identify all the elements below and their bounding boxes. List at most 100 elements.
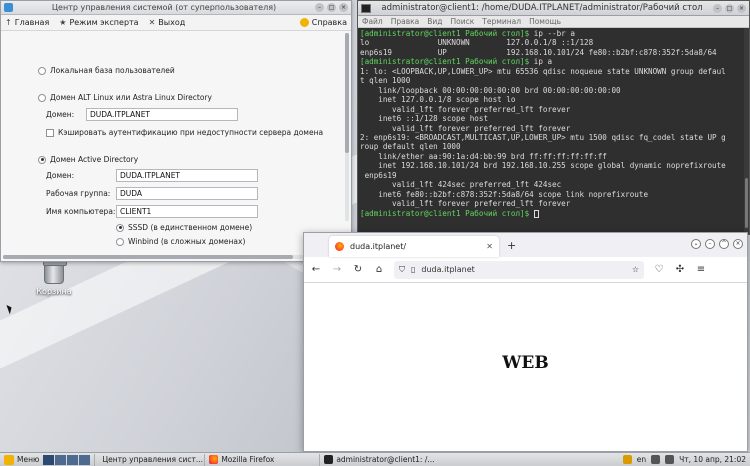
terminal-output[interactable]: [administrator@client1 Рабочий стол]$ ip…	[358, 28, 749, 234]
maximize-button[interactable]: □	[327, 3, 336, 12]
radio-alt-domain[interactable]	[38, 93, 46, 102]
menu-terminal[interactable]: Терминал	[482, 17, 521, 26]
cache-auth-checkbox[interactable]	[46, 128, 54, 137]
trash-icon	[43, 260, 67, 284]
maximize-button[interactable]: ^	[719, 239, 729, 249]
terminal-line: inet6 fe80::b2bf:c878:352f:5da8/64 scope…	[360, 190, 747, 199]
help-button[interactable]: Справка	[299, 18, 347, 27]
radio-ad-domain[interactable]	[38, 155, 46, 164]
volume-icon[interactable]	[665, 455, 675, 464]
workspace-4[interactable]	[79, 454, 91, 465]
ad-domain-field[interactable]	[116, 169, 258, 182]
close-button[interactable]: ×	[733, 239, 743, 249]
option-winbind[interactable]: Winbind (в сложных доменах)	[116, 237, 245, 246]
minimize-button[interactable]: –	[713, 3, 722, 13]
minimize-button[interactable]: –	[315, 3, 324, 12]
vertical-scrollbar[interactable]	[345, 33, 349, 221]
close-button[interactable]: ×	[737, 3, 746, 13]
expert-mode-label: Режим эксперта	[69, 18, 139, 27]
terminal-cursor	[533, 209, 539, 218]
workspace-2[interactable]	[55, 454, 67, 465]
terminal-window: administrator@client1: /home/DUDA.ITPLAN…	[357, 0, 750, 235]
firefox-icon	[209, 455, 219, 464]
exit-icon: ✕	[148, 18, 156, 27]
pocket-icon[interactable]: ♡	[653, 264, 665, 275]
option-sssd[interactable]: SSSD (в единственном домене)	[116, 223, 252, 232]
menu-search[interactable]: Поиск	[451, 17, 475, 26]
workspace-switcher[interactable]	[43, 454, 91, 465]
trash-label: Корзина	[36, 287, 72, 296]
terminal-titlebar[interactable]: administrator@client1: /home/DUDA.ITPLAN…	[358, 1, 749, 16]
shield-icon[interactable]: ⛉	[399, 265, 405, 275]
terminal-title: administrator@client1: /home/DUDA.ITPLAN…	[381, 3, 703, 13]
minimize-button[interactable]: –	[705, 239, 715, 249]
close-button[interactable]: ×	[339, 3, 348, 12]
alt-domain-row: Домен:	[46, 108, 238, 121]
workspace-1[interactable]	[43, 454, 55, 465]
task-label: administrator@client1: /...	[336, 455, 435, 464]
back-icon[interactable]: ←	[310, 264, 322, 275]
reload-icon[interactable]: ↻	[352, 264, 364, 275]
task-label: Mozilla Firefox	[221, 455, 275, 464]
maximize-button[interactable]: □	[725, 3, 734, 13]
option-ad-domain[interactable]: Домен Active Directory	[38, 155, 138, 164]
firefox-icon	[335, 242, 344, 251]
menu-edit[interactable]: Правка	[391, 17, 420, 26]
keyboard-layout[interactable]: en	[637, 455, 646, 464]
terminal-line: valid_lft forever preferred_lft forever	[360, 105, 747, 114]
close-tab-icon[interactable]: ✕	[486, 242, 493, 251]
scrollbar-thumb[interactable]	[345, 33, 349, 153]
menu-icon[interactable]: ≡	[695, 264, 707, 275]
computer-name-field[interactable]	[116, 205, 258, 218]
forward-icon[interactable]: →	[331, 264, 343, 275]
menu-help[interactable]: Помощь	[529, 17, 561, 26]
network-icon[interactable]	[651, 455, 661, 464]
url-text[interactable]: duda.itplanet	[421, 265, 625, 274]
menu-file[interactable]: Файл	[362, 17, 383, 26]
task-label: Центр управления сист...	[102, 455, 204, 464]
cache-auth-row[interactable]: Кэшировать аутентификацию при недоступно…	[46, 128, 323, 137]
scrollbar-thumb[interactable]	[745, 178, 748, 228]
control-center-toolbar: ↑ Главная ★ Режим эксперта ✕ Выход Справ…	[1, 15, 351, 31]
cache-auth-label: Кэшировать аутентификацию при недоступно…	[58, 128, 324, 137]
task-control-center[interactable]: Центр управления сист...	[94, 453, 204, 466]
new-tab-button[interactable]: +	[507, 239, 516, 252]
terminal-line: valid_lft forever preferred_lft forever	[360, 124, 747, 133]
expert-mode-button[interactable]: ★ Режим эксперта	[59, 18, 138, 27]
start-menu-button[interactable]: Меню	[0, 454, 43, 465]
terminal-line: link/ether aa:90:1a:d4:bb:99 brd ff:ff:f…	[360, 152, 747, 161]
alt-domain-field[interactable]	[86, 108, 238, 121]
radio-local[interactable]	[38, 66, 46, 75]
home-icon[interactable]: ⌂	[373, 264, 385, 275]
desktop-trash[interactable]: Корзина	[32, 260, 76, 296]
scrollbar-thumb[interactable]	[3, 255, 293, 259]
terminal-line: inet 192.168.10.101/24 brd 192.168.10.25…	[360, 161, 747, 170]
terminal-line: valid_lft forever preferred_lft forever	[360, 199, 747, 208]
extensions-icon[interactable]: ✣	[674, 264, 686, 275]
tab-duda-itplanet[interactable]: duda.itplanet/ ✕	[329, 236, 499, 257]
task-terminal[interactable]: administrator@client1: /...	[319, 453, 449, 466]
control-center-titlebar[interactable]: Центр управления системой (от суперпольз…	[1, 1, 351, 15]
radio-winbind[interactable]	[116, 237, 124, 246]
terminal-text: t qlen 1000	[360, 76, 411, 86]
menu-view[interactable]: Вид	[427, 17, 442, 26]
option-alt-domain[interactable]: Домен ALT Linux или Astra Linux Director…	[38, 93, 212, 102]
clock[interactable]: Чт, 10 апр, 21:02	[679, 455, 746, 464]
radio-sssd[interactable]	[116, 223, 124, 232]
update-icon[interactable]	[622, 455, 632, 464]
terminal-scrollbar[interactable]	[744, 28, 749, 234]
exit-button[interactable]: ✕ Выход	[149, 18, 186, 27]
url-bar[interactable]: ⛉ ▯ duda.itplanet ☆	[394, 260, 644, 279]
horizontal-scrollbar[interactable]	[3, 255, 343, 259]
terminal-line: [administrator@client1 Рабочий стол]$ ip…	[360, 29, 747, 38]
terminal-line: [administrator@client1 Рабочий стол]$ ip…	[360, 57, 747, 66]
terminal-line: roup default qlen 1000	[360, 142, 747, 151]
option-local[interactable]: Локальная база пользователей	[38, 66, 175, 75]
bookmark-star-icon[interactable]: ☆	[632, 265, 639, 274]
task-firefox[interactable]: Mozilla Firefox	[204, 453, 319, 466]
workgroup-field[interactable]	[116, 187, 258, 200]
home-button[interactable]: ↑ Главная	[5, 18, 49, 27]
workspace-3[interactable]	[67, 454, 79, 465]
list-tabs-button[interactable]: ⌄	[691, 239, 701, 249]
page-info-icon[interactable]: ▯	[411, 265, 415, 274]
